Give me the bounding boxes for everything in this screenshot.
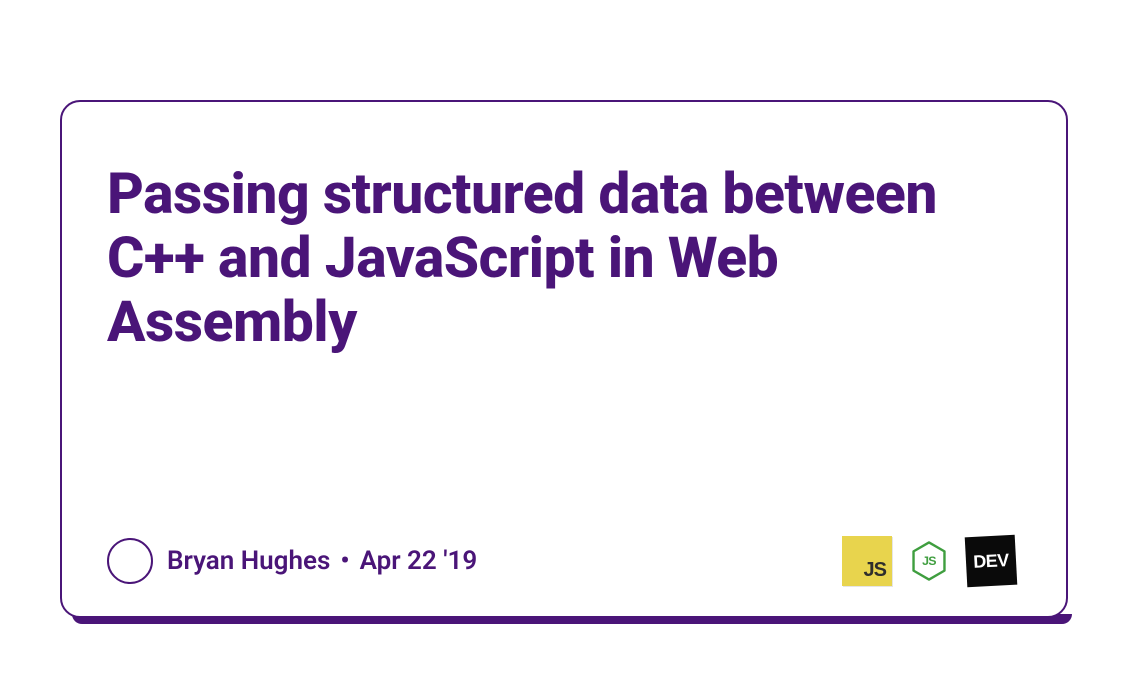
js-label: JS bbox=[864, 559, 886, 582]
author-name: Bryan Hughes bbox=[167, 546, 330, 576]
nodejs-icon: JS bbox=[904, 536, 954, 586]
separator-dot: • bbox=[340, 548, 349, 574]
javascript-icon: JS bbox=[842, 536, 892, 586]
publish-date: Apr 22 '19 bbox=[360, 546, 478, 576]
dev-label: DEV bbox=[973, 550, 1010, 573]
article-title: Passing structured data between C++ and … bbox=[107, 162, 1016, 353]
card-footer: Bryan Hughes • Apr 22 '19 JS JS DEV bbox=[107, 536, 1016, 586]
article-card: Passing structured data between C++ and … bbox=[60, 100, 1068, 618]
svg-text:JS: JS bbox=[922, 554, 936, 568]
avatar bbox=[107, 538, 153, 584]
author-block: Bryan Hughes • Apr 22 '19 bbox=[107, 538, 477, 584]
badge-row: JS JS DEV bbox=[842, 536, 1016, 586]
meta-line: Bryan Hughes • Apr 22 '19 bbox=[167, 546, 477, 576]
dev-icon: DEV bbox=[965, 535, 1018, 588]
